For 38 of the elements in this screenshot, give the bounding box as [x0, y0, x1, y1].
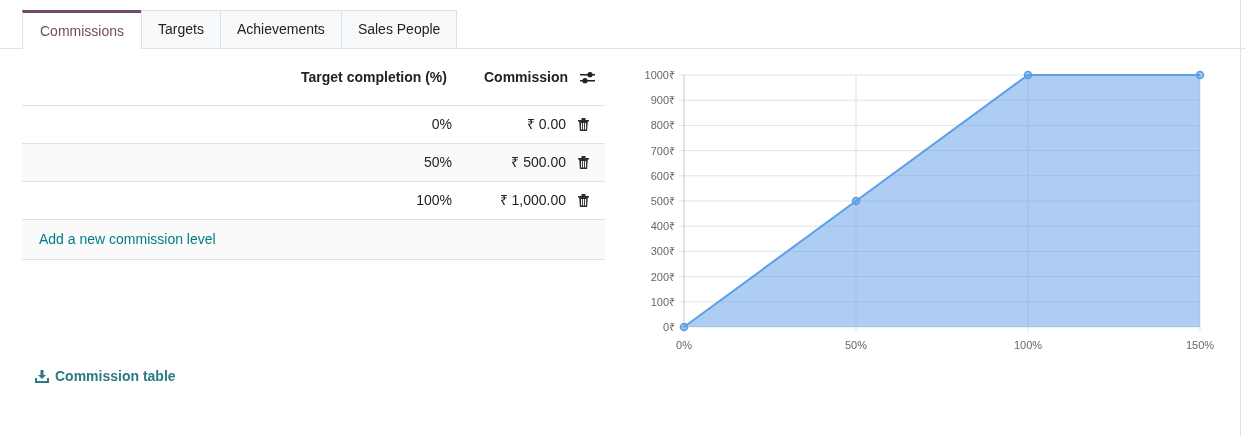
- table-cell-text: 50%: [423, 153, 452, 172]
- y-tick-label: 900₹: [650, 94, 675, 107]
- x-tick-label: 0%: [676, 339, 692, 351]
- trash-icon[interactable]: [578, 118, 589, 131]
- download-link[interactable]: Commission table: [35, 366, 176, 387]
- column-header: Commission: [484, 67, 568, 87]
- x-tick-label: 150%: [1185, 339, 1215, 351]
- y-tick-label: 700₹: [650, 144, 675, 157]
- trash-icon[interactable]: [578, 194, 589, 207]
- table-cell-text: ₹ 500.00: [510, 153, 566, 172]
- table-cell-text: ₹ 0.00: [525, 115, 566, 134]
- point: [679, 322, 689, 332]
- download-icon: [35, 370, 49, 383]
- y-tick-label: 100₹: [650, 295, 675, 308]
- point: [1195, 70, 1205, 80]
- point: [1023, 70, 1033, 80]
- y-tick-label: 400₹: [650, 220, 675, 233]
- y-tick-label: 800₹: [650, 119, 675, 132]
- y-tick-label: 500₹: [650, 195, 675, 207]
- tab[interactable]: Targets: [141, 10, 221, 48]
- y-tick-label: 600₹: [650, 169, 675, 182]
- y-tick-label: 300₹: [650, 245, 675, 258]
- y-tick-label: 200₹: [650, 270, 675, 283]
- add-line-link[interactable]: Add a new commission level: [39, 229, 216, 250]
- column-header: Target completion (%): [301, 67, 447, 87]
- tab[interactable]: Achievements: [219, 10, 342, 48]
- y-tick-label: 1000₹: [644, 69, 675, 81]
- y-tick-label: 0₹: [662, 321, 675, 333]
- tab[interactable]: Sales People: [340, 10, 458, 48]
- x-tick-label: 100%: [1013, 339, 1043, 351]
- table-cell-text: 0%: [431, 115, 452, 134]
- settings-sliders-icon[interactable]: [580, 70, 595, 84]
- tab[interactable]: Commissions: [22, 10, 142, 49]
- table-cell-text: 100%: [416, 191, 452, 210]
- x-tick-label: 50%: [845, 339, 867, 351]
- trash-icon[interactable]: [578, 156, 589, 169]
- point: [851, 196, 861, 206]
- table-cell-text: ₹ 1,000.00: [498, 191, 566, 210]
